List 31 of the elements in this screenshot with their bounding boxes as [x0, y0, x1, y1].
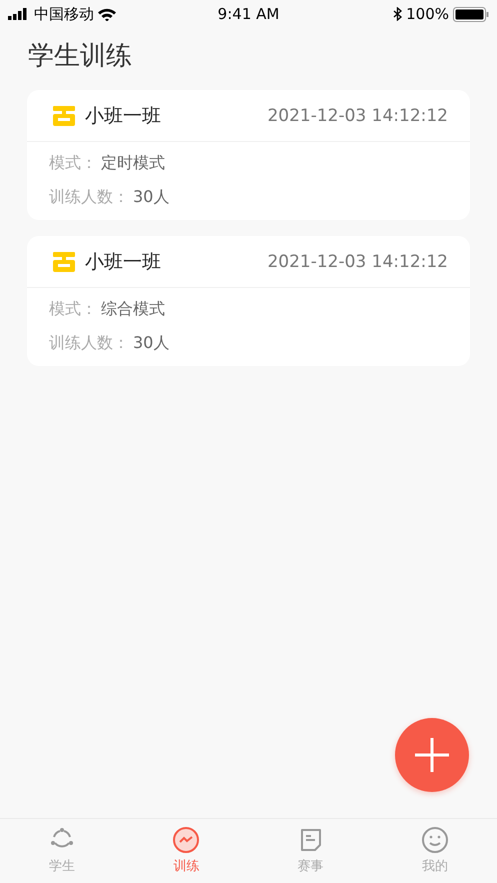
class-icon: [53, 104, 75, 126]
mode-value: 定时模式: [101, 152, 165, 174]
page-title: 学生训练: [28, 40, 133, 73]
mode-value: 综合模式: [101, 298, 165, 320]
training-card[interactable]: 小班一班 2021-12-03 14:12:12 模式： 综合模式 训练人数： 30人: [27, 236, 470, 366]
carrier-name: 中国移动: [34, 4, 94, 24]
training-time: 2021-12-03 14:12:12: [267, 252, 448, 272]
battery-percent: 100%: [406, 5, 449, 23]
wifi-icon: [98, 8, 116, 20]
class-icon: [53, 250, 75, 272]
count-value: 30人: [133, 332, 170, 354]
tab[interactable]: 我的: [372, 819, 497, 883]
class-name: 小班一班: [85, 250, 162, 274]
add-button[interactable]: [395, 718, 469, 792]
tab[interactable]: 训练: [124, 819, 248, 883]
battery-icon: [453, 6, 489, 22]
tab[interactable]: 学生: [0, 819, 124, 883]
count-value: 30人: [133, 186, 170, 208]
mode-label: 模式：: [49, 152, 97, 174]
tab[interactable]: 赛事: [248, 819, 373, 883]
count-label: 训练人数：: [49, 186, 129, 208]
trend-circle-icon: [171, 825, 202, 855]
count-label: 训练人数：: [49, 332, 129, 354]
smiley-icon: [420, 825, 450, 855]
training-time: 2021-12-03 14:12:12: [267, 106, 448, 126]
mode-label: 模式：: [49, 298, 97, 320]
status-time: 9:41 AM: [218, 5, 280, 23]
class-name: 小班一班: [85, 104, 162, 128]
bluetooth-icon: [393, 7, 402, 21]
training-card[interactable]: 小班一班 2021-12-03 14:12:12 模式： 定时模式 训练人数： 30人: [27, 90, 470, 220]
plus-icon: [414, 737, 450, 773]
